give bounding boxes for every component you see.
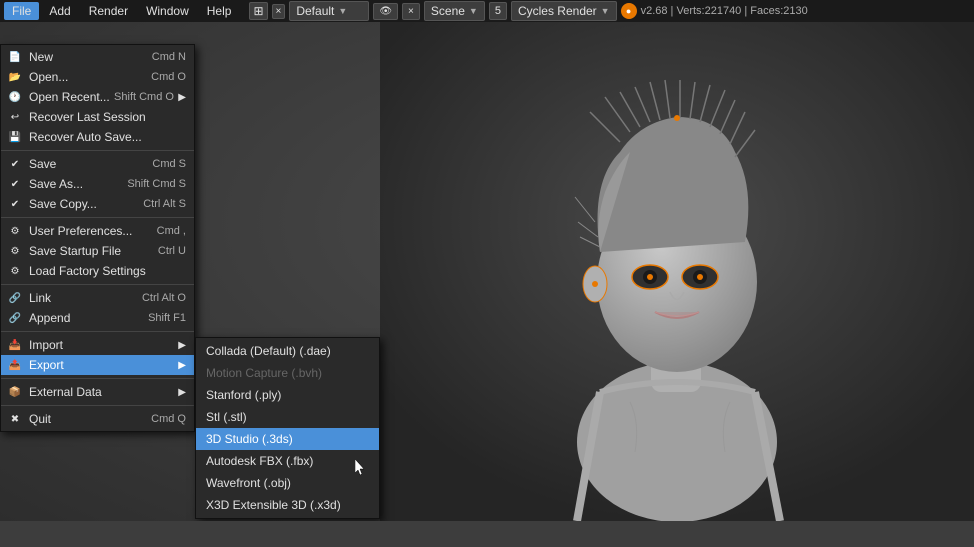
save-as-icon: ✔: [7, 176, 23, 192]
menu-file[interactable]: File: [4, 2, 39, 20]
viewport-icon[interactable]: 👁: [373, 3, 398, 20]
menu-item-link[interactable]: 🔗 Link Ctrl Alt O: [1, 288, 194, 308]
menu-item-quit[interactable]: ✖ Quit Cmd Q: [1, 409, 194, 429]
menu-add[interactable]: Add: [41, 2, 78, 20]
menu-item-save-as[interactable]: ✔ Save As... Shift Cmd S: [1, 174, 194, 194]
menu-item-export[interactable]: 📤 Export ▶: [1, 355, 194, 375]
export-stanford[interactable]: Stanford (.ply): [196, 384, 379, 406]
menu-window[interactable]: Window: [138, 2, 197, 20]
link-icon: 🔗: [7, 290, 23, 306]
separator-2: [1, 217, 194, 218]
menu-item-recover-last[interactable]: ↩ Recover Last Session: [1, 107, 194, 127]
viewport-close[interactable]: ×: [402, 3, 420, 20]
export-wavefront[interactable]: Wavefront (.obj): [196, 472, 379, 494]
recent-icon: 🕐: [7, 89, 23, 105]
render-engine-dropdown[interactable]: Cycles Render ▼: [511, 1, 617, 21]
menu-help[interactable]: Help: [199, 2, 240, 20]
blender-logo: ●: [621, 3, 637, 19]
main-viewport: 📄 New Cmd N 📂 Open... Cmd O 🕐 Open Recen…: [0, 22, 974, 521]
separator-6: [1, 405, 194, 406]
save-copy-icon: ✔: [7, 196, 23, 212]
export-x3d[interactable]: X3D Extensible 3D (.x3d): [196, 494, 379, 516]
screen-layout-icon[interactable]: ⊞: [249, 2, 267, 20]
export-autodesk-fbx[interactable]: Autodesk FBX (.fbx): [196, 450, 379, 472]
save-startup-icon: ⚙: [7, 243, 23, 259]
file-dropdown-menu: 📄 New Cmd N 📂 Open... Cmd O 🕐 Open Recen…: [0, 44, 195, 432]
import-arrow-icon: ▶: [178, 340, 186, 351]
menu-item-open-recent[interactable]: 🕐 Open Recent... Shift Cmd O ▶: [1, 87, 194, 107]
menu-item-recover-auto[interactable]: 💾 Recover Auto Save...: [1, 127, 194, 147]
menu-item-import[interactable]: 📥 Import ▶: [1, 335, 194, 355]
factory-icon: ⚙: [7, 263, 23, 279]
new-icon: 📄: [7, 49, 23, 65]
export-icon: 📤: [7, 357, 23, 373]
screen-layout-close[interactable]: ×: [272, 4, 286, 19]
menu-item-external-data[interactable]: 📦 External Data ▶: [1, 382, 194, 402]
separator-4: [1, 331, 194, 332]
append-icon: 🔗: [7, 310, 23, 326]
menu-item-save-copy[interactable]: ✔ Save Copy... Ctrl Alt S: [1, 194, 194, 214]
menu-item-open[interactable]: 📂 Open... Cmd O: [1, 67, 194, 87]
external-arrow-icon: ▶: [178, 387, 186, 398]
prefs-icon: ⚙: [7, 223, 23, 239]
export-motion-capture: Motion Capture (.bvh): [196, 362, 379, 384]
menu-item-new[interactable]: 📄 New Cmd N: [1, 47, 194, 67]
separator-1: [1, 150, 194, 151]
menu-bar: File Add Render Window Help ⊞ × Default …: [0, 0, 974, 22]
menu-render[interactable]: Render: [81, 2, 136, 20]
menu-item-user-prefs[interactable]: ⚙ User Preferences... Cmd ,: [1, 221, 194, 241]
save-icon: ✔: [7, 156, 23, 172]
menu-item-save-startup[interactable]: ⚙ Save Startup File Ctrl U: [1, 241, 194, 261]
export-3d-studio[interactable]: 3D Studio (.3ds): [196, 428, 379, 450]
menu-item-load-factory[interactable]: ⚙ Load Factory Settings: [1, 261, 194, 281]
recover-last-icon: ↩: [7, 109, 23, 125]
scene-dropdown[interactable]: Scene ▼: [424, 1, 485, 21]
import-icon: 📥: [7, 337, 23, 353]
screen-layout-dropdown[interactable]: Default ▼: [289, 1, 369, 21]
version-info: v2.68 | Verts:221740 | Faces:2130: [641, 5, 808, 17]
menu-item-append[interactable]: 🔗 Append Shift F1: [1, 308, 194, 328]
scene-num: 5: [489, 2, 507, 20]
arrow-icon: ▶: [178, 92, 186, 103]
external-data-icon: 📦: [7, 384, 23, 400]
quit-icon: ✖: [7, 411, 23, 427]
export-stl[interactable]: Stl (.stl): [196, 406, 379, 428]
export-arrow-icon: ▶: [178, 360, 186, 371]
recover-auto-icon: 💾: [7, 129, 23, 145]
open-icon: 📂: [7, 69, 23, 85]
character-viewport: [380, 22, 974, 521]
export-submenu: Collada (Default) (.dae) Motion Capture …: [195, 337, 380, 519]
export-collada[interactable]: Collada (Default) (.dae): [196, 340, 379, 362]
menu-item-save[interactable]: ✔ Save Cmd S: [1, 154, 194, 174]
separator-3: [1, 284, 194, 285]
separator-5: [1, 378, 194, 379]
